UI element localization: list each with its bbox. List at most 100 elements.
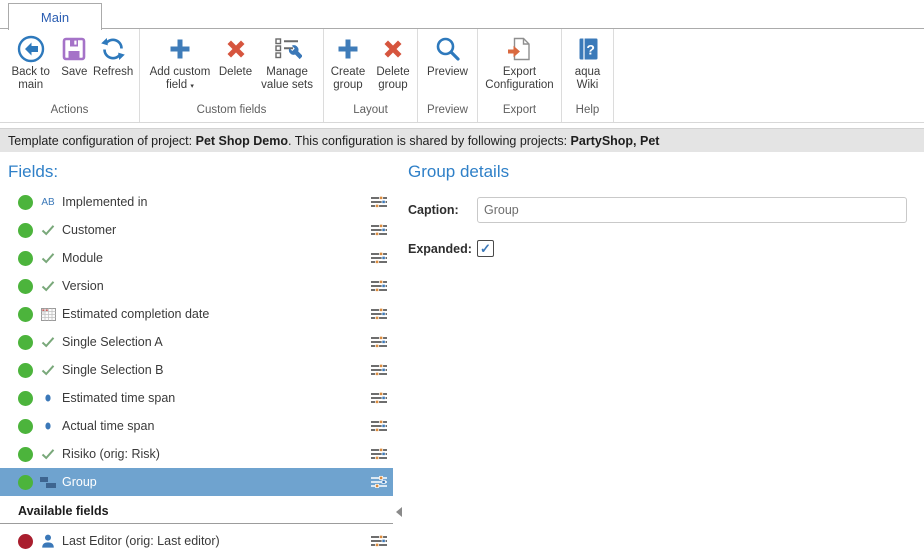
drag-handle-icon[interactable] — [370, 447, 388, 461]
ribbon: Back to main Save — [0, 29, 924, 123]
field-row-risiko[interactable]: Risiko (orig: Risk) — [0, 440, 393, 468]
person-icon — [39, 533, 57, 550]
field-row-estimated-time-span[interactable]: Estimated time span — [0, 384, 393, 412]
button-label: aqua Wiki — [570, 66, 606, 93]
ribbon-group-actions: Back to main Save — [0, 29, 140, 122]
refresh-button[interactable]: Refresh — [93, 34, 133, 93]
button-label: Preview — [427, 66, 468, 93]
plus-icon — [334, 34, 362, 64]
field-label: Customer — [62, 223, 116, 237]
save-button[interactable]: Save — [60, 34, 88, 93]
button-label: Refresh — [93, 66, 133, 93]
manage-value-sets-button[interactable]: Manage value sets — [255, 34, 319, 93]
field-row-single-selection-a[interactable]: Single Selection A — [0, 328, 393, 356]
check-icon — [39, 250, 57, 267]
fields-panel-title: Fields: — [8, 162, 404, 182]
field-row-estimated-completion-date[interactable]: Estimated completion date — [0, 300, 393, 328]
back-icon — [16, 34, 46, 64]
collapse-panel-arrow-icon[interactable] — [396, 507, 402, 517]
field-row-implemented-in[interactable]: AB Implemented in — [0, 188, 393, 216]
field-row-last-editor[interactable]: Last Editor (orig: Last editor) — [0, 527, 393, 555]
status-dot — [18, 447, 33, 462]
ribbon-group-label: Layout — [324, 104, 417, 122]
ribbon-group-label: Actions — [0, 104, 139, 122]
wiki-book-icon: ? — [574, 34, 602, 64]
check-icon — [39, 446, 57, 463]
drag-handle-icon[interactable] — [370, 195, 388, 209]
export-configuration-button[interactable]: Export Configuration — [480, 34, 560, 93]
field-row-actual-time-span[interactable]: Actual time span — [0, 412, 393, 440]
drag-handle-icon[interactable] — [370, 363, 388, 377]
tab-main-label: Main — [41, 10, 69, 25]
drag-handle-icon[interactable] — [370, 251, 388, 265]
field-label: Version — [62, 279, 104, 293]
status-dot — [18, 419, 33, 434]
plus-icon — [166, 34, 194, 64]
field-label: Implemented in — [62, 195, 147, 209]
button-label: Delete — [219, 66, 252, 93]
drag-handle-icon[interactable] — [370, 534, 388, 548]
preview-button[interactable]: Preview — [427, 34, 468, 93]
status-dot — [18, 223, 33, 238]
status-dot — [18, 475, 33, 490]
group-icon — [39, 474, 57, 491]
field-row-version[interactable]: Version — [0, 272, 393, 300]
ribbon-group-export: Export Configuration Export — [478, 29, 562, 122]
status-dot — [18, 279, 33, 294]
button-label: Create group — [326, 66, 370, 93]
button-label: Add custom field ▾ — [144, 66, 216, 93]
ribbon-group-label: Custom fields — [140, 104, 323, 122]
ribbon-group-custom-fields: Add custom field ▾ Delete — [140, 29, 324, 122]
svg-text:?: ? — [586, 42, 595, 58]
field-row-module[interactable]: Module — [0, 244, 393, 272]
expanded-checkbox[interactable]: ✓ — [477, 240, 494, 257]
delete-group-button[interactable]: Delete group — [371, 34, 415, 93]
field-label: Risiko (orig: Risk) — [62, 447, 160, 461]
status-dot — [18, 534, 33, 549]
ribbon-group-help: ? aqua Wiki Help — [562, 29, 614, 122]
drag-handle-icon[interactable] — [370, 223, 388, 237]
add-custom-field-button[interactable]: Add custom field ▾ — [144, 34, 216, 93]
tab-main[interactable]: Main — [8, 3, 102, 30]
magnifier-icon — [434, 34, 462, 64]
save-icon — [60, 34, 88, 64]
text-field-ab-icon: AB — [39, 194, 57, 211]
field-label: Single Selection A — [62, 335, 163, 349]
field-label: Estimated time span — [62, 391, 175, 405]
caption-input[interactable] — [477, 197, 907, 223]
status-text: Template configuration of project: — [8, 134, 196, 148]
drag-handle-icon[interactable] — [370, 419, 388, 433]
check-icon — [39, 222, 57, 239]
status-shared-projects: PartyShop, Pet — [571, 134, 660, 148]
field-label: Actual time span — [62, 419, 154, 433]
available-fields-separator: Available fields — [0, 499, 393, 524]
status-dot — [18, 363, 33, 378]
field-label: Single Selection B — [62, 363, 163, 377]
status-bar: Template configuration of project: Pet S… — [0, 128, 924, 152]
details-panel-title: Group details — [408, 162, 918, 182]
dropdown-caret-icon: ▾ — [190, 83, 194, 90]
drag-handle-icon[interactable] — [370, 307, 388, 321]
field-label: Last Editor (orig: Last editor) — [62, 534, 220, 548]
button-label: Save — [61, 66, 87, 93]
drag-handle-icon[interactable] — [370, 335, 388, 349]
ribbon-tab-bar: Main — [0, 0, 924, 29]
delete-x-icon — [222, 34, 250, 64]
expanded-label: Expanded: — [408, 242, 477, 256]
field-row-single-selection-b[interactable]: Single Selection B — [0, 356, 393, 384]
drag-handle-icon[interactable] — [370, 279, 388, 293]
refresh-icon — [99, 34, 127, 64]
checkmark-glyph: ✓ — [480, 242, 491, 255]
group-details-panel: Group details Caption: Expanded: ✓ — [408, 152, 918, 257]
aqua-wiki-button[interactable]: ? aqua Wiki — [570, 34, 606, 93]
drag-handle-icon[interactable] — [370, 475, 388, 489]
delete-field-button[interactable]: Delete — [219, 34, 252, 93]
drag-handle-icon[interactable] — [370, 391, 388, 405]
time-span-icon — [39, 418, 57, 435]
status-dot — [18, 307, 33, 322]
field-row-customer[interactable]: Customer — [0, 216, 393, 244]
field-row-group-selected[interactable]: Group — [0, 468, 393, 496]
back-to-main-button[interactable]: Back to main — [6, 34, 56, 93]
create-group-button[interactable]: Create group — [326, 34, 370, 93]
delete-x-icon — [379, 34, 407, 64]
